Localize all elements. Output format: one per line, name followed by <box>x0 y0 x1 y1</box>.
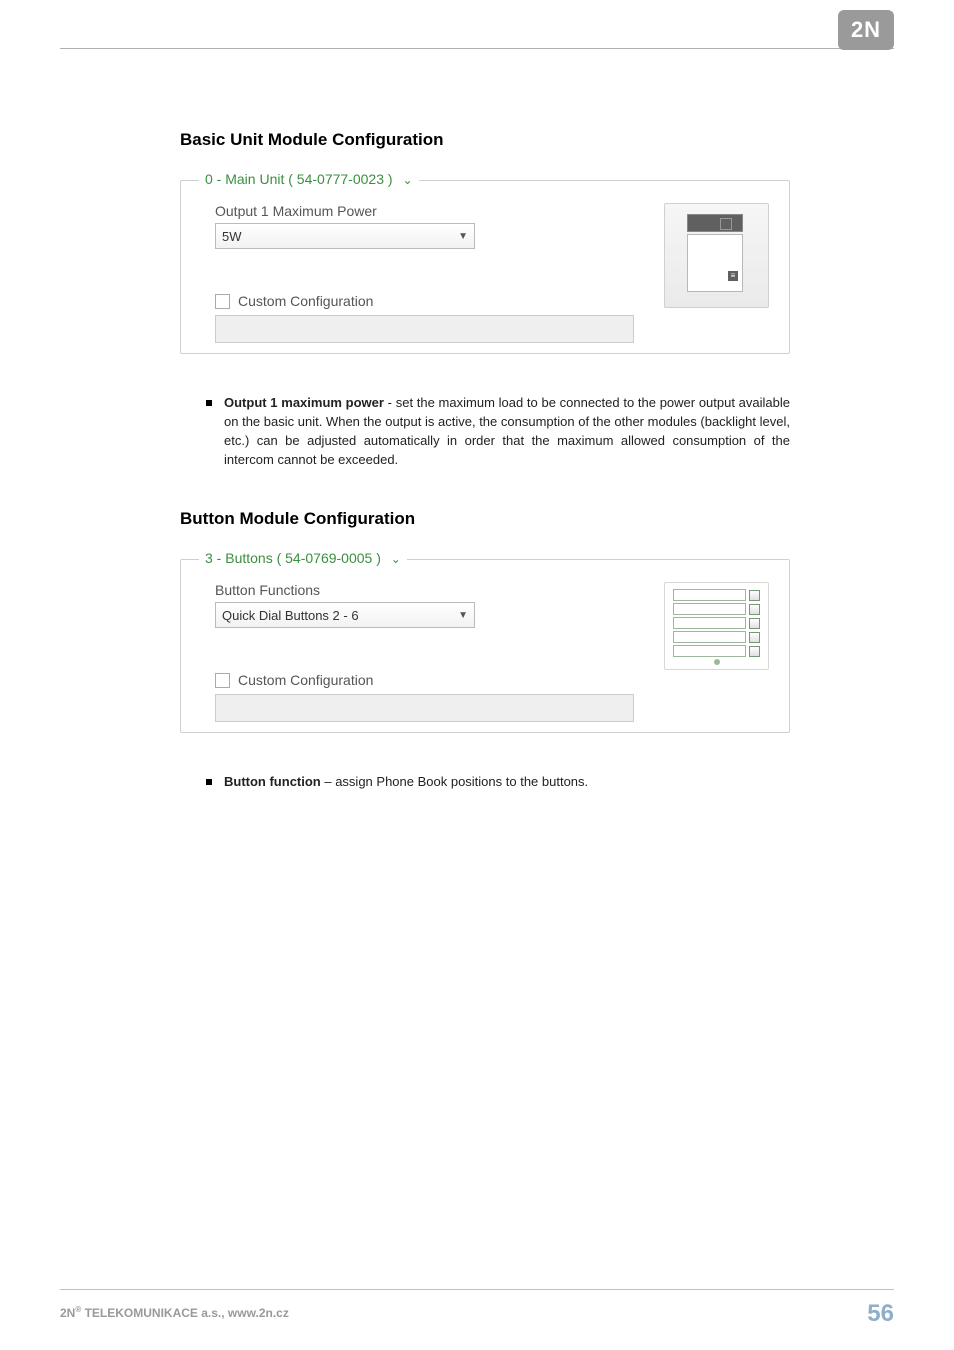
bullet-button-function: Button function – assign Phone Book posi… <box>206 773 790 792</box>
buttons-form-left: Button Functions Quick Dial Buttons 2 - … <box>215 582 634 722</box>
buttons-form-row: Button Functions Quick Dial Buttons 2 - … <box>215 582 769 722</box>
buttons-legend[interactable]: 3 - Buttons ( 54-0769-0005 ) ⌄ <box>199 550 407 566</box>
bullet-button-function-term: Button function <box>224 774 321 789</box>
page-content: Basic Unit Module Configuration 0 - Main… <box>180 130 790 832</box>
brand-logo-text: 2N <box>851 17 881 43</box>
page-number: 56 <box>867 1300 894 1328</box>
main-unit-thumbnail: ≡ <box>664 203 769 308</box>
section2-bullets: Button function – assign Phone Book posi… <box>206 773 790 792</box>
buttons-fieldset: 3 - Buttons ( 54-0769-0005 ) ⌄ Button Fu… <box>180 559 790 733</box>
chevron-down-icon: ⌄ <box>402 173 412 187</box>
output-power-value: 5W <box>222 229 242 244</box>
main-unit-form-left: Output 1 Maximum Power 5W ▼ Custom Confi… <box>215 203 634 343</box>
custom-config-row-2: Custom Configuration <box>215 672 634 688</box>
button-row <box>673 617 760 629</box>
buttons-thumbnail <box>664 582 769 670</box>
footer-company-name: 2N <box>60 1306 75 1320</box>
dropdown-arrow-icon: ▼ <box>458 231 468 242</box>
main-unit-fieldset: 0 - Main Unit ( 54-0777-0023 ) ⌄ Output … <box>180 180 790 354</box>
button-functions-dropdown[interactable]: Quick Dial Buttons 2 - 6 ▼ <box>215 602 475 628</box>
bullet-output-power: Output 1 maximum power - set the maximum… <box>206 394 790 469</box>
main-unit-legend-text: 0 - Main Unit ( 54-0777-0023 ) <box>205 171 393 187</box>
module-dot-icon <box>714 659 720 665</box>
buttons-legend-text: 3 - Buttons ( 54-0769-0005 ) <box>205 550 381 566</box>
info-panel-icon: ≡ <box>728 271 738 281</box>
section2-heading: Button Module Configuration <box>180 509 790 529</box>
button-row <box>673 603 760 615</box>
section1-bullets: Output 1 maximum power - set the maximum… <box>206 394 790 469</box>
button-functions-label: Button Functions <box>215 582 634 598</box>
output-power-dropdown[interactable]: 5W ▼ <box>215 223 475 249</box>
main-unit-form-row: Output 1 Maximum Power 5W ▼ Custom Confi… <box>215 203 769 343</box>
brand-logo: 2N <box>838 10 894 50</box>
unit-body-icon: ≡ <box>687 234 743 292</box>
dropdown-arrow-icon: ▼ <box>458 610 468 621</box>
footer-divider <box>60 1289 894 1290</box>
custom-config-label-2: Custom Configuration <box>238 672 373 688</box>
button-row <box>673 631 760 643</box>
section1-heading: Basic Unit Module Configuration <box>180 130 790 150</box>
footer-company: 2N® TELEKOMUNIKACE a.s., www.2n.cz <box>60 1305 289 1320</box>
button-row <box>673 589 760 601</box>
custom-config-checkbox-2[interactable] <box>215 673 230 688</box>
bullet-button-function-desc: – assign Phone Book positions to the but… <box>321 774 588 789</box>
chevron-down-icon: ⌄ <box>391 552 401 566</box>
header-divider <box>60 48 894 49</box>
custom-config-row-1: Custom Configuration <box>215 293 634 309</box>
bullet-output-power-term: Output 1 maximum power <box>224 395 384 410</box>
button-row <box>673 645 760 657</box>
custom-config-label-1: Custom Configuration <box>238 293 373 309</box>
custom-config-checkbox-1[interactable] <box>215 294 230 309</box>
button-functions-value: Quick Dial Buttons 2 - 6 <box>222 608 359 623</box>
output-power-label: Output 1 Maximum Power <box>215 203 634 219</box>
custom-config-input-2 <box>215 694 634 722</box>
custom-config-input-1 <box>215 315 634 343</box>
camera-icon <box>687 214 743 232</box>
main-unit-legend[interactable]: 0 - Main Unit ( 54-0777-0023 ) ⌄ <box>199 171 419 187</box>
footer-company-rest: TELEKOMUNIKACE a.s., www.2n.cz <box>81 1306 289 1320</box>
